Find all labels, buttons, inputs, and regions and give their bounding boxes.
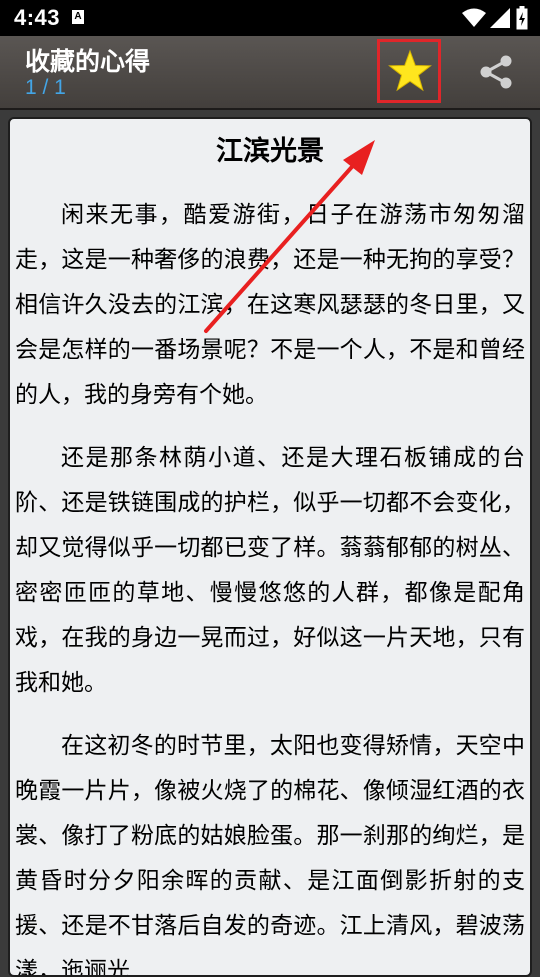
share-button[interactable] [470, 46, 522, 98]
share-icon [480, 55, 512, 89]
notification-a-icon: A [72, 10, 84, 24]
status-time: 4:43 [14, 5, 61, 30]
article-paragraph-2: 还是那条林荫小道、还是大理石板铺成的台阶、还是铁链围成的护栏，似乎一切都不会变化… [15, 445, 525, 696]
app-bar: 收藏的心得 1 / 1 [0, 36, 540, 110]
favorite-button[interactable] [377, 39, 441, 103]
page-counter: 1 / 1 [25, 76, 66, 99]
battery-icon [516, 6, 528, 34]
star-icon [388, 49, 432, 92]
wifi-icon [462, 8, 486, 32]
article-card: 江滨光景 闲来无事，酷爱游街，日子在游荡市匆匆溜走，这是一种奢侈的浪费，还是一种… [8, 117, 532, 977]
article-paragraph-1: 闲来无事，酷爱游街，日子在游荡市匆匆溜走，这是一种奢侈的浪费，还是一种无拘的享受… [15, 202, 525, 408]
app-title: 收藏的心得 [25, 47, 151, 76]
status-bar: 4:43 A [0, 0, 540, 36]
signal-icon [490, 8, 510, 32]
article-paragraph-3: 在这初冬的时节里，太阳也变得矫情，天空中晚霞一片片，像被火烧了的棉花、像倾湿红酒… [15, 733, 525, 977]
article-title: 江滨光景 [216, 136, 324, 167]
article-body: 闲来无事，酷爱游街，日子在游荡市匆匆溜走，这是一种奢侈的浪费，还是一种无拘的享受… [15, 193, 525, 977]
